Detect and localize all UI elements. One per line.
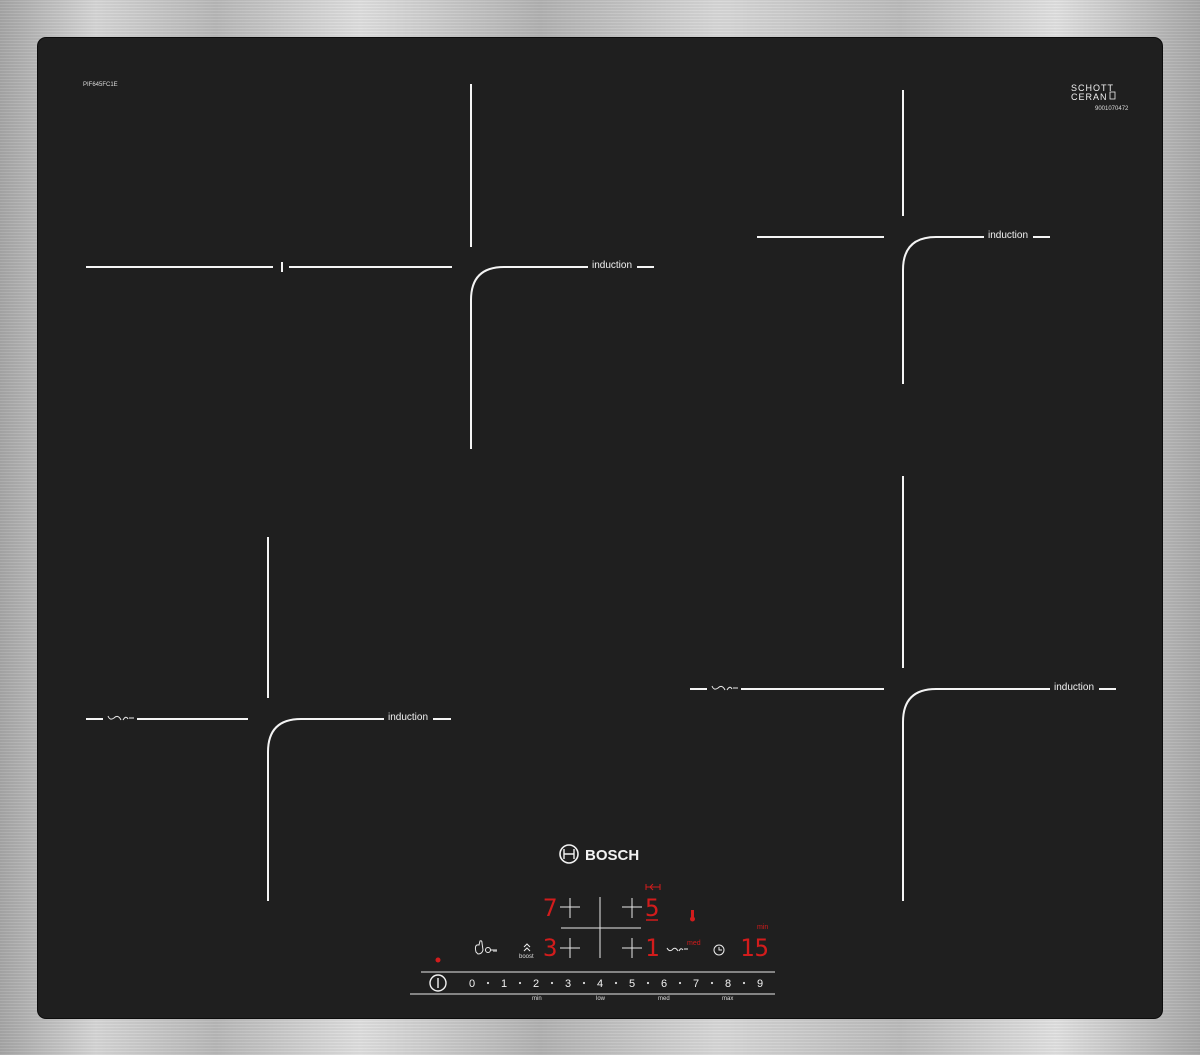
thermometer-icon [690,910,695,922]
cooking-zone-front-right[interactable]: induction [690,476,1116,901]
bosch-armature-icon [563,849,575,859]
control-panel: 7 5 3 1 med 15 min boost 0 1 2 3 4 5 6 7… [410,883,775,1002]
frying-sensor-icon [711,685,738,691]
slider-level-7[interactable]: 7 [693,978,699,990]
slider-separator-dot [550,981,554,985]
boost-button[interactable]: boost [519,943,534,960]
boost-icon [523,943,531,952]
zone-label-front-right: induction [1054,682,1094,693]
power-level-display-front-right: 1 [645,934,659,962]
slider-level-0[interactable]: 0 [469,978,475,990]
slider-sublabel-min: min [532,996,542,1002]
power-level-display-front-left: 3 [543,934,557,962]
slider-level-3[interactable]: 3 [565,978,571,990]
zone-label-rear-right: induction [988,230,1028,241]
slider-separator-dot [518,981,522,985]
slider-level-8[interactable]: 8 [725,978,731,990]
timer-button[interactable] [713,944,725,956]
zone-label-rear-left: induction [592,260,632,271]
slider-sublabel-low: low [596,996,606,1002]
cooktop-surface: PIF645FC1E SCHOTT CERAN 9001070472 induc… [83,82,1129,1002]
slider-separator-dot [646,981,650,985]
slider-level-5[interactable]: 5 [629,978,635,990]
power-indicator-led [435,957,441,963]
slider-separator-dot [742,981,746,985]
slider-separator-dot [614,981,618,985]
power-level-display-rear-left: 7 [543,894,557,922]
slider-separator-dot [486,981,490,985]
slider-level-4[interactable]: 4 [597,978,603,990]
slider-level-6[interactable]: 6 [661,978,667,990]
hand-icon [474,940,484,955]
zone-label-front-left: induction [388,712,428,723]
slider-separator-dot [582,981,586,985]
cooking-zone-rear-left[interactable]: induction [86,84,654,449]
frying-sensor-icon [107,715,134,721]
zone-select-front-left[interactable]: 3 [543,934,580,962]
zone-select-front-right[interactable]: 1 [622,934,659,962]
slider-separator-dot [710,981,714,985]
slider-level-9[interactable]: 9 [757,978,763,990]
slider-level-2[interactable]: 2 [533,978,539,990]
zone-select-rear-left[interactable]: 7 [543,894,580,922]
serial-number: 9001070472 [1095,106,1129,112]
timer-unit-label: min [757,924,768,931]
brand-name: BOSCH [585,847,639,864]
slider-sublabel-med: med [658,996,670,1002]
slider-separator-dot [678,981,682,985]
power-button[interactable] [429,974,447,992]
key-icon [485,947,491,953]
power-level-display-rear-right: 5 [645,894,659,922]
frying-level-med-label: med [687,940,701,947]
zone-select-rear-right[interactable]: 5 [622,883,661,922]
frying-sensor-button[interactable] [666,947,688,952]
move-icon [645,883,661,891]
power-level-slider[interactable]: 0 1 2 3 4 5 6 7 8 9 min low med max [410,971,775,1002]
boost-label: boost [519,954,534,960]
ceran-text: CERAN [1071,92,1108,102]
child-lock-button[interactable] [474,940,497,955]
timer-display: 15 [740,934,769,962]
schott-ceran-logo: SCHOTT CERAN 9001070472 [1071,83,1129,112]
bosch-logo: BOSCH [559,844,639,864]
model-number: PIF645FC1E [83,82,118,88]
slider-sublabel-max: max [722,996,733,1002]
slider-level-1[interactable]: 1 [501,978,507,990]
cooking-zone-front-left[interactable]: induction [86,537,451,901]
cooking-zone-rear-right[interactable]: induction [757,90,1050,384]
